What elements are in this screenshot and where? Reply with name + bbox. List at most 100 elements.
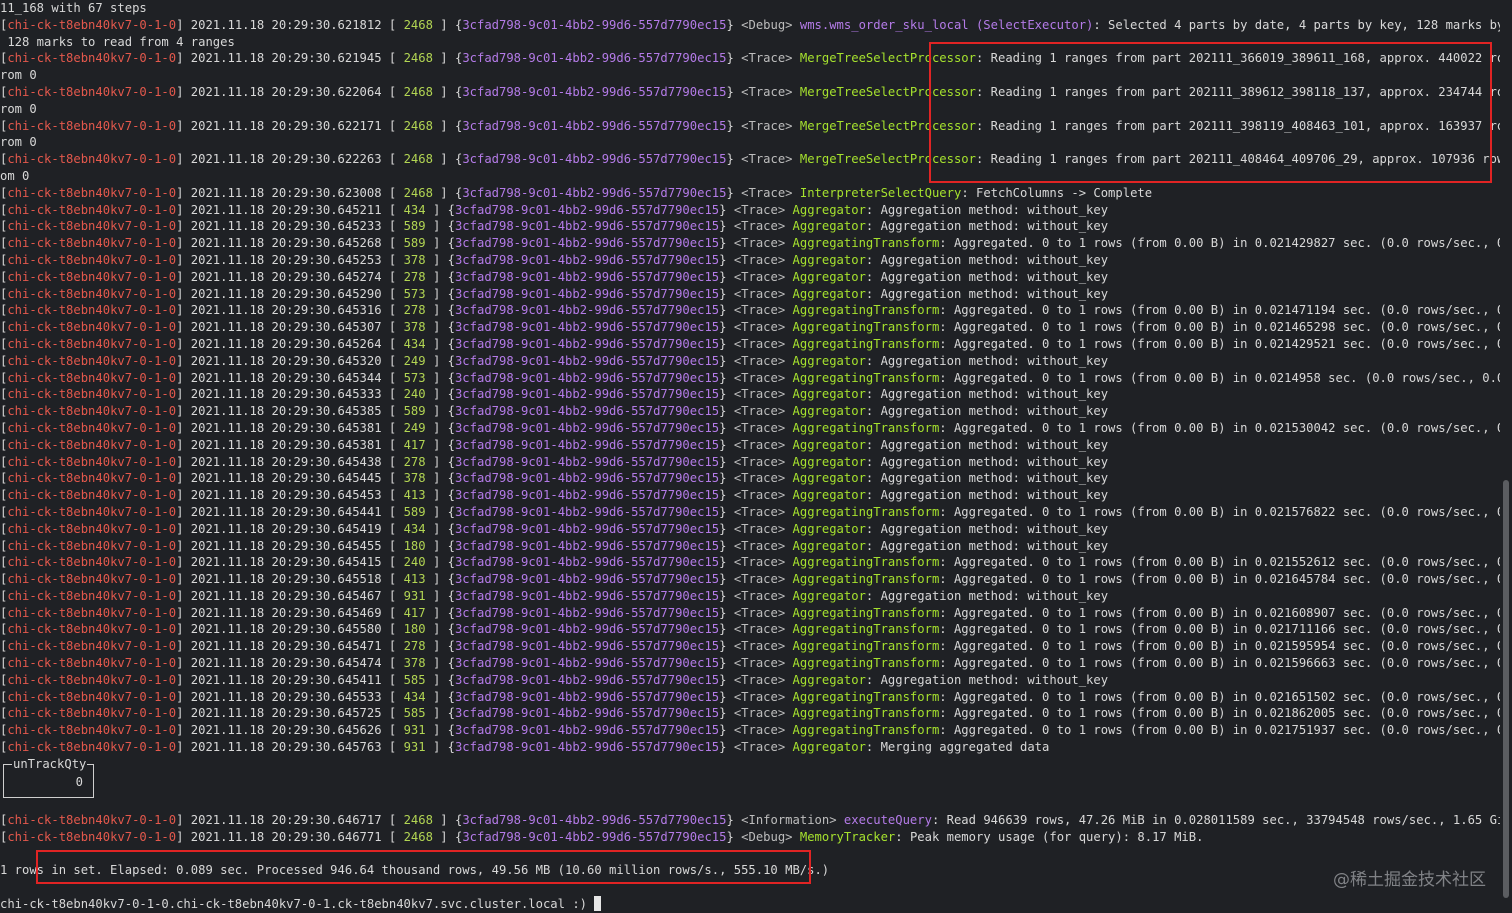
log-thread-id: 2468 (403, 118, 433, 133)
log-text: 11_168 with 67 steps (0, 1, 147, 15)
log-thread-id: 278 (403, 303, 426, 318)
log-message: : Read 946639 rows, 47.26 MiB in 0.02801… (931, 812, 1500, 827)
log-timestamp: 2021.11.18 20:29:30.645385 (190, 404, 382, 419)
log-thread-id: 2468 (403, 152, 433, 167)
log-message: : Aggregated. 0 to 1 rows (from 0.00 B) … (939, 420, 1500, 435)
log-level: <Trace> (733, 202, 786, 217)
log-query-id: 3cfad798-9c01-4bb2-99d6-557d7790ec15 (462, 185, 727, 200)
log-timestamp: 2021.11.18 20:29:30.622171 (190, 118, 382, 133)
log-query-id: 3cfad798-9c01-4bb2-99d6-557d7790ec15 (454, 689, 720, 704)
log-timestamp: 2021.11.18 20:29:30.645467 (190, 588, 382, 603)
log-query-id: 3cfad798-9c01-4bb2-99d6-557d7790ec15 (454, 723, 720, 738)
scrollbar[interactable] (1503, 480, 1509, 898)
log-line: [chi-ck-t8ebn40kv7-0-1-0] 2021.11.18 20:… (0, 185, 1153, 200)
log-thread-id: 2468 (403, 17, 433, 32)
log-timestamp: 2021.11.18 20:29:30.645763 (190, 740, 382, 755)
log-query-id: 3cfad798-9c01-4bb2-99d6-557d7790ec15 (454, 504, 720, 519)
log-query-id: 3cfad798-9c01-4bb2-99d6-557d7790ec15 (462, 51, 727, 66)
log-query-id: 3cfad798-9c01-4bb2-99d6-557d7790ec15 (454, 252, 720, 267)
log-level: <Trace> (733, 672, 786, 687)
log-host: chi-ck-t8ebn40kv7-0-1-0 (7, 236, 177, 251)
log-source: AggregatingTransform (792, 303, 940, 318)
log-message: : Aggregated. 0 to 1 rows (from 0.00 B) … (939, 370, 1500, 385)
log-query-id: 3cfad798-9c01-4bb2-99d6-557d7790ec15 (454, 202, 720, 217)
log-host: chi-ck-t8ebn40kv7-0-1-0 (7, 336, 177, 351)
log-line: [chi-ck-t8ebn40kv7-0-1-0] 2021.11.18 20:… (0, 17, 1500, 34)
log-timestamp: 2021.11.18 20:29:30.645474 (190, 656, 382, 671)
log-line: [chi-ck-t8ebn40kv7-0-1-0] 2021.11.18 20:… (0, 672, 1109, 687)
log-query-id: 3cfad798-9c01-4bb2-99d6-557d7790ec15 (462, 152, 727, 167)
log-timestamp: 2021.11.18 20:29:30.645455 (190, 538, 382, 553)
log-line: [chi-ck-t8ebn40kv7-0-1-0] 2021.11.18 20:… (0, 504, 1500, 521)
log-thread-id: 378 (403, 320, 426, 335)
log-level: <Trace> (733, 572, 786, 587)
log-line: [chi-ck-t8ebn40kv7-0-1-0] 2021.11.18 20:… (0, 588, 1109, 603)
log-line: [chi-ck-t8ebn40kv7-0-1-0] 2021.11.18 20:… (0, 571, 1500, 588)
log-query-id: 3cfad798-9c01-4bb2-99d6-557d7790ec15 (454, 320, 720, 335)
log-timestamp: 2021.11.18 20:29:30.645381 (190, 437, 382, 452)
log-thread-id: 378 (403, 252, 426, 267)
log-timestamp: 2021.11.18 20:29:30.622263 (190, 152, 382, 167)
log-host: chi-ck-t8ebn40kv7-0-1-0 (7, 829, 177, 844)
log-message: : Aggregated. 0 to 1 rows (from 0.00 B) … (939, 706, 1500, 721)
log-timestamp: 2021.11.18 20:29:30.621812 (190, 17, 382, 32)
log-host: chi-ck-t8ebn40kv7-0-1-0 (7, 555, 177, 570)
log-thread-id: 931 (403, 740, 426, 755)
log-level: <Debug> (741, 829, 793, 844)
log-thread-id: 434 (403, 202, 426, 217)
log-level: <Trace> (741, 152, 793, 167)
log-line: [chi-ck-t8ebn40kv7-0-1-0] 2021.11.18 20:… (0, 829, 1204, 844)
log-host: chi-ck-t8ebn40kv7-0-1-0 (7, 152, 177, 167)
log-line: [chi-ck-t8ebn40kv7-0-1-0] 2021.11.18 20:… (0, 722, 1500, 739)
log-level: <Trace> (733, 706, 786, 721)
log-level: <Trace> (733, 336, 786, 351)
log-timestamp: 2021.11.18 20:29:30.645518 (190, 572, 382, 587)
highlight-box-summary (36, 850, 811, 884)
log-query-id: 3cfad798-9c01-4bb2-99d6-557d7790ec15 (454, 404, 720, 419)
log-host: chi-ck-t8ebn40kv7-0-1-0 (7, 488, 177, 503)
log-source: Aggregator (792, 437, 866, 452)
log-level: <Trace> (733, 387, 786, 402)
log-thread-id: 2468 (403, 51, 433, 66)
result-table: unTrackQty 0 (3, 756, 94, 798)
log-line: [chi-ck-t8ebn40kv7-0-1-0] 2021.11.18 20:… (0, 740, 1050, 755)
log-message: : Aggregation method: without_key (865, 521, 1109, 536)
log-thread-id: 378 (403, 471, 426, 486)
log-level: <Trace> (733, 236, 786, 251)
log-host: chi-ck-t8ebn40kv7-0-1-0 (7, 320, 177, 335)
log-host: chi-ck-t8ebn40kv7-0-1-0 (7, 404, 177, 419)
log-query-id: 3cfad798-9c01-4bb2-99d6-557d7790ec15 (454, 269, 720, 284)
log-query-id: 3cfad798-9c01-4bb2-99d6-557d7790ec15 (454, 706, 720, 721)
log-thread-id: 585 (403, 706, 426, 721)
log-host: chi-ck-t8ebn40kv7-0-1-0 (7, 740, 177, 755)
log-host: chi-ck-t8ebn40kv7-0-1-0 (7, 538, 177, 553)
log-thread-id: 180 (403, 622, 426, 637)
log-timestamp: 2021.11.18 20:29:30.645344 (190, 370, 382, 385)
log-thread-id: 378 (403, 656, 426, 671)
log-query-id: 3cfad798-9c01-4bb2-99d6-557d7790ec15 (462, 84, 727, 99)
log-host: chi-ck-t8ebn40kv7-0-1-0 (7, 51, 177, 66)
log-line: [chi-ck-t8ebn40kv7-0-1-0] 2021.11.18 20:… (0, 488, 1109, 503)
log-level: <Trace> (733, 353, 786, 368)
log-line: [chi-ck-t8ebn40kv7-0-1-0] 2021.11.18 20:… (0, 252, 1109, 267)
log-source: Aggregator (792, 202, 866, 217)
log-message: : Aggregated. 0 to 1 rows (from 0.00 B) … (939, 622, 1500, 637)
log-source: Aggregator (792, 672, 866, 687)
log-host: chi-ck-t8ebn40kv7-0-1-0 (7, 672, 177, 687)
log-text: om 0 (0, 168, 30, 183)
log-timestamp: 2021.11.18 20:29:30.645725 (190, 706, 382, 721)
prompt-line[interactable]: chi-ck-t8ebn40kv7-0-1-0.chi-ck-t8ebn40kv… (0, 895, 1500, 913)
log-level: <Trace> (733, 286, 786, 301)
log-timestamp: 2021.11.18 20:29:30.645419 (190, 521, 382, 536)
log-thread-id: 413 (403, 572, 426, 587)
log-timestamp: 2021.11.18 20:29:30.623008 (190, 185, 382, 200)
log-level: <Trace> (733, 420, 786, 435)
log-query-id: 3cfad798-9c01-4bb2-99d6-557d7790ec15 (454, 555, 720, 570)
result-cell-value: 0 (75, 775, 83, 789)
log-source: Aggregator (792, 488, 866, 503)
log-line: [chi-ck-t8ebn40kv7-0-1-0] 2021.11.18 20:… (0, 353, 1109, 368)
log-source: Aggregator (792, 454, 866, 469)
log-query-id: 3cfad798-9c01-4bb2-99d6-557d7790ec15 (454, 336, 720, 351)
log-thread-id: 434 (403, 336, 426, 351)
log-timestamp: 2021.11.18 20:29:30.645211 (190, 202, 382, 217)
